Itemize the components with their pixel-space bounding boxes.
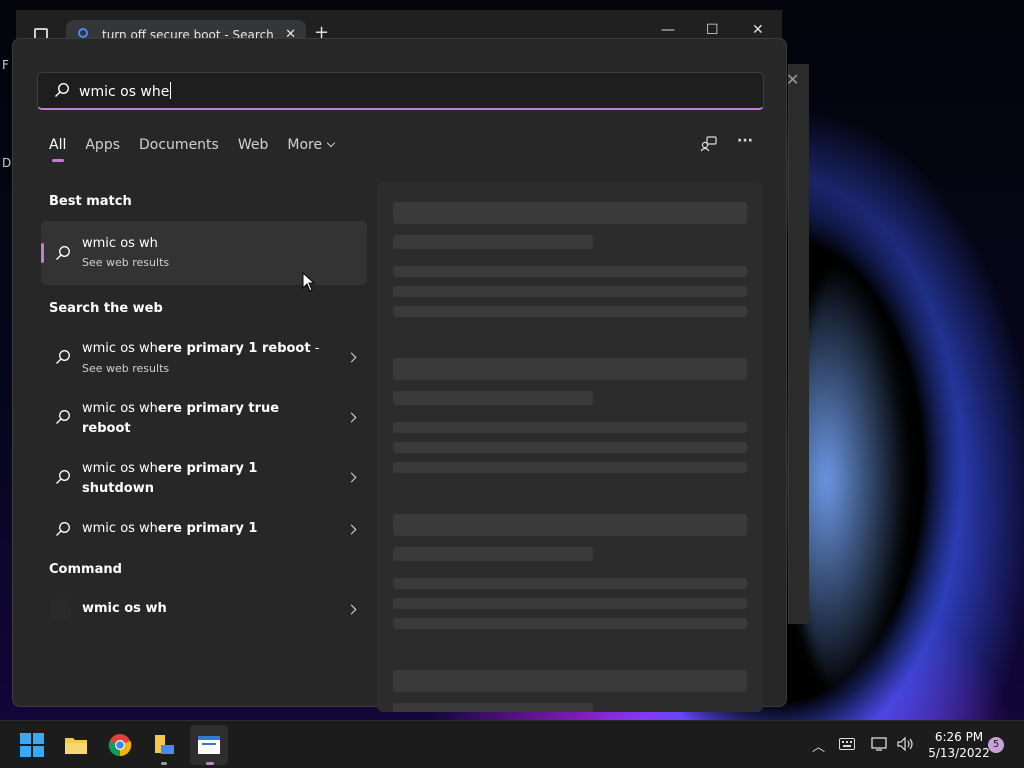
tab-apps[interactable]: Apps: [85, 137, 120, 153]
network-icon[interactable]: [871, 736, 889, 752]
notification-badge[interactable]: 5: [988, 737, 1004, 753]
chevron-right-icon[interactable]: [346, 412, 357, 423]
chevron-right-icon[interactable]: [346, 472, 357, 483]
skeleton-bar: [393, 462, 747, 473]
search-input[interactable]: wmic os whe: [37, 72, 764, 110]
taskbar: ︿ 6:26 PM 5/13/2022 5: [0, 720, 1024, 768]
text-caret: [170, 82, 172, 99]
skeleton-bar: [393, 514, 747, 536]
skeleton-bar: [393, 202, 747, 224]
tab-web[interactable]: Web: [238, 137, 269, 153]
skeleton-bar: [393, 391, 593, 405]
keyboard-icon[interactable]: [839, 738, 855, 750]
edge-text: F: [2, 58, 9, 72]
search-icon: [55, 82, 70, 97]
web-result-title: wmic os where primary 1: [82, 521, 258, 536]
web-result-title-line2: reboot: [82, 421, 131, 436]
skeleton-bar: [393, 703, 593, 712]
section-search-web: Search the web: [49, 301, 163, 316]
skeleton-bar: [393, 578, 747, 589]
start-search-panel: wmic os whe All Apps Documents Web More …: [12, 38, 787, 712]
search-icon: [56, 522, 70, 536]
web-result-title: wmic os where primary true: [82, 401, 280, 416]
skeleton-bar: [393, 422, 747, 433]
skeleton-bar: [393, 442, 747, 453]
search-icon: [78, 28, 88, 38]
skeleton-bar: [393, 598, 747, 609]
skeleton-bar: [393, 670, 747, 692]
preview-pane-loading: [377, 182, 763, 712]
background-window-close-icon[interactable]: ✕: [786, 70, 799, 89]
windows-logo-icon: [20, 733, 31, 744]
file-manager-icon[interactable]: [152, 733, 176, 757]
chevron-right-icon[interactable]: [346, 604, 357, 615]
web-result-item[interactable]: wmic os where primary 1: [41, 511, 367, 547]
notepad-app-icon[interactable]: [197, 733, 221, 757]
search-icon: [56, 410, 70, 424]
chrome-icon[interactable]: [108, 733, 132, 757]
running-indicator: [206, 762, 214, 765]
skeleton-bar: [393, 618, 747, 629]
chevron-up-icon[interactable]: ︿: [812, 736, 825, 755]
search-icon: [56, 470, 70, 484]
file-explorer-icon[interactable]: [64, 733, 88, 757]
search-query: wmic os whe: [79, 82, 172, 100]
web-result-title: wmic os where primary 1: [82, 461, 258, 476]
best-match-title: wmic os wh: [82, 236, 158, 251]
clock[interactable]: 6:26 PM 5/13/2022: [920, 729, 998, 761]
web-result-item[interactable]: wmic os where primary 1 shutdown: [41, 449, 367, 507]
volume-icon[interactable]: [896, 736, 914, 752]
filter-tabs: All Apps Documents Web More: [49, 137, 353, 162]
tab-more[interactable]: More: [287, 137, 336, 153]
people-switch-icon[interactable]: [700, 135, 718, 153]
web-result-title: wmic os where primary 1 reboot -: [82, 341, 320, 356]
command-title: wmic os wh: [82, 601, 167, 616]
best-match-subtitle: See web results: [82, 256, 170, 269]
skeleton-bar: [393, 266, 747, 277]
web-result-subtitle: See web results: [82, 362, 170, 375]
more-options-icon[interactable]: ···: [737, 133, 753, 149]
start-button[interactable]: [20, 733, 44, 757]
clock-date: 5/13/2022: [928, 746, 990, 760]
command-prompt-icon: [51, 599, 71, 619]
running-indicator: [161, 762, 167, 765]
tab-all[interactable]: All: [49, 137, 66, 162]
skeleton-bar: [393, 547, 593, 561]
chevron-right-icon[interactable]: [346, 524, 357, 535]
search-icon: [56, 246, 70, 260]
search-icon: [56, 350, 70, 364]
web-result-item[interactable]: wmic os where primary 1 reboot - See web…: [41, 329, 367, 387]
web-result-item[interactable]: wmic os where primary true reboot: [41, 389, 367, 447]
clock-time: 6:26 PM: [934, 730, 984, 744]
close-window-button[interactable]: ✕: [752, 22, 764, 38]
tab-documents[interactable]: Documents: [139, 137, 219, 153]
skeleton-bar: [393, 235, 593, 249]
background-window: [788, 64, 809, 624]
skeleton-bar: [393, 358, 747, 380]
section-best-match: Best match: [49, 194, 132, 209]
skeleton-bar: [393, 286, 747, 297]
section-command: Command: [49, 562, 122, 577]
chevron-down-icon: [326, 138, 336, 148]
web-result-title-line2: shutdown: [82, 481, 154, 496]
best-match-item[interactable]: wmic os wh See web results: [41, 221, 367, 285]
command-item[interactable]: wmic os wh: [41, 591, 367, 627]
skeleton-bar: [393, 306, 747, 317]
chevron-right-icon[interactable]: [346, 352, 357, 363]
minimize-button[interactable]: —: [661, 22, 675, 38]
mouse-cursor-icon: [302, 272, 316, 292]
maximize-button[interactable]: ☐: [706, 22, 719, 38]
